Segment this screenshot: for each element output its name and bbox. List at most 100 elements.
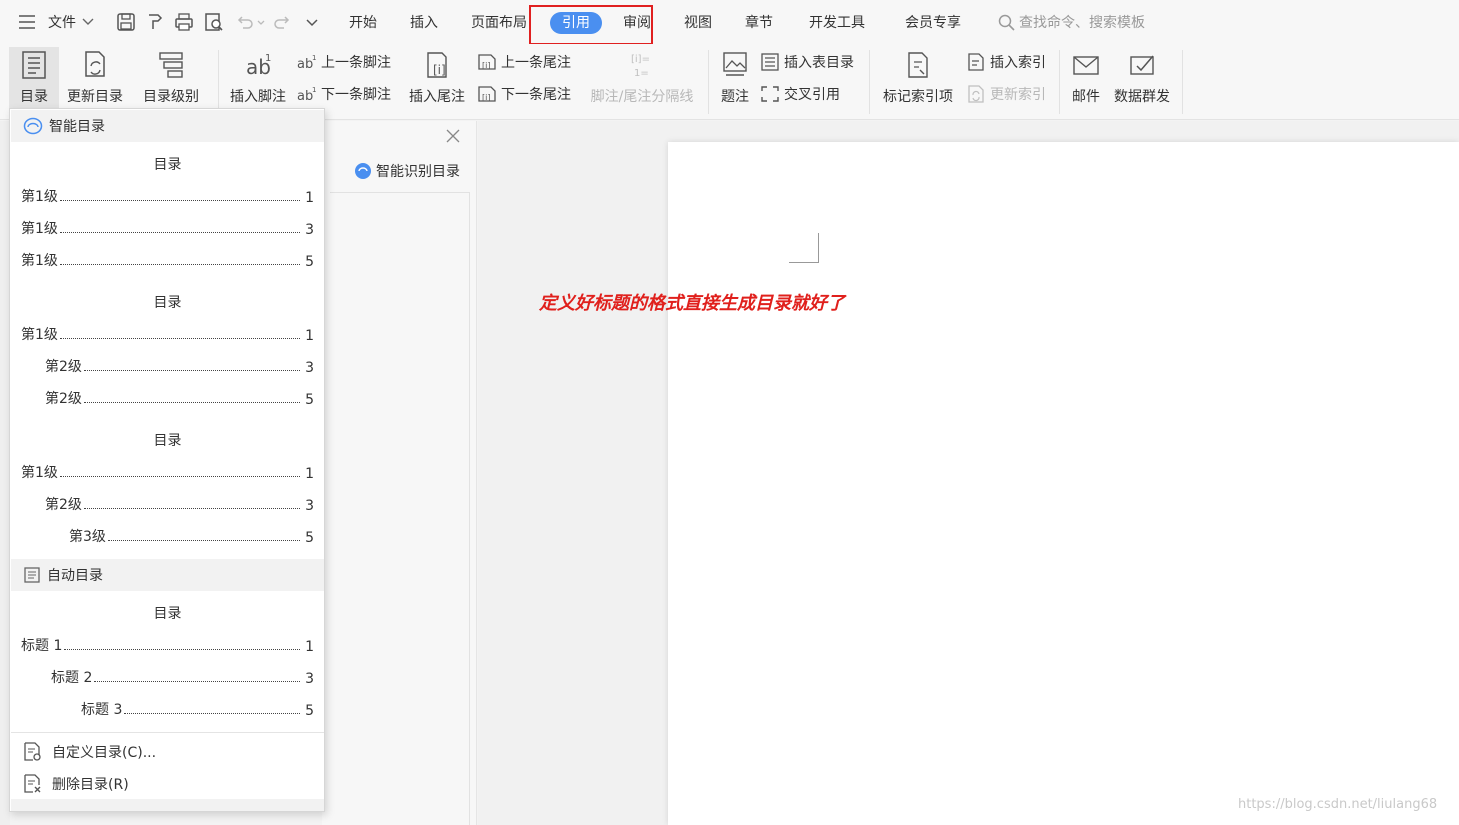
print-icon[interactable]: [174, 12, 194, 32]
tab-developer[interactable]: 开发工具: [809, 12, 865, 34]
auto-toc-preview[interactable]: 目录 标题 1 1 标题 2 3 标题 3 5: [11, 595, 324, 720]
toc-line-page: 3: [305, 222, 314, 238]
next-endnote-button[interactable]: [i] 下一条尾注: [477, 83, 571, 105]
save-icon[interactable]: [116, 12, 136, 32]
caption-icon: [723, 52, 747, 76]
smart-toc-preview-3[interactable]: 目录 第1级 1 第2级 3 第3级 5: [11, 422, 324, 547]
prev-footnote-label: 上一条脚注: [321, 55, 391, 71]
tab-chapter[interactable]: 章节: [745, 12, 773, 34]
file-menu[interactable]: 文件: [18, 0, 94, 44]
auto-toc-icon: [24, 567, 40, 583]
ribbon-divider: [869, 50, 870, 114]
toc-line-text: 第2级: [45, 359, 82, 375]
smart-toc-header-label: 智能目录: [49, 119, 105, 135]
caption-label: 题注: [721, 89, 749, 105]
toc-preview-line: 第1级 1: [21, 462, 314, 482]
mail-merge-icon: [1130, 55, 1154, 75]
prev-footnote-button[interactable]: ab 1 上一条脚注: [297, 51, 391, 73]
note-separator-button[interactable]: [i]= 1= 脚注/尾注分隔线: [585, 50, 699, 106]
svg-text:ab: ab: [297, 89, 313, 103]
chevron-down-icon: [82, 18, 94, 25]
tab-member[interactable]: 会员专享: [905, 12, 961, 34]
separator-icon: [i]= 1=: [631, 54, 650, 79]
customize-quickaccess-icon[interactable]: [305, 12, 319, 32]
update-toc-icon: [85, 51, 105, 77]
tab-insert[interactable]: 插入: [410, 12, 438, 34]
tab-home[interactable]: 开始: [349, 12, 377, 34]
undo-dropdown-icon[interactable]: [256, 12, 266, 32]
navigation-pane-content: [330, 192, 470, 825]
toc-level-label: 目录级别: [143, 89, 199, 105]
svg-text:1: 1: [312, 86, 316, 94]
update-index-label: 更新索引: [990, 87, 1046, 103]
toc-preview-line: 标题 1 1: [21, 635, 314, 655]
toc-line-text: 标题 2: [51, 670, 93, 686]
caption-button[interactable]: 题注: [717, 50, 753, 106]
watermark: https://blog.csdn.net/liulang68: [1238, 797, 1438, 812]
custom-toc-item[interactable]: 自定义目录(C)...: [22, 739, 156, 765]
cross-reference-button[interactable]: 交叉引用: [760, 83, 840, 105]
tab-view[interactable]: 视图: [684, 12, 712, 34]
next-footnote-button[interactable]: ab 1 下一条脚注: [297, 83, 391, 105]
svg-text:1: 1: [265, 53, 271, 64]
page-margin-corner: [789, 233, 819, 263]
toc-icon: [22, 51, 46, 79]
toc-preview-line: 第1级 1: [21, 186, 314, 206]
toc-line-page: 3: [305, 671, 314, 687]
toc-button-content[interactable]: 目录: [9, 50, 59, 106]
svg-text:1=: 1=: [634, 68, 649, 79]
delete-toc-icon: [24, 774, 41, 793]
toc-preview-line: 第2级 3: [45, 356, 314, 376]
mail-merge-button[interactable]: 数据群发: [1110, 50, 1174, 106]
insert-table-of-figures-button[interactable]: 插入表目录: [760, 51, 854, 73]
svg-text:[i]: [i]: [433, 63, 446, 77]
dropdown-footer: [11, 799, 324, 811]
insert-index-button[interactable]: 插入索引: [966, 51, 1046, 73]
command-search-placeholder: 查找命令、搜索模板: [1019, 15, 1145, 31]
smart-toc-preview-1[interactable]: 目录 第1级 1 第1级 3 第1级 5: [11, 146, 324, 271]
svg-text:1: 1: [312, 54, 316, 62]
cross-reference-label: 交叉引用: [784, 87, 840, 103]
toc-preview-line: 第1级 3: [21, 218, 314, 238]
insert-endnote-button[interactable]: [i] 插入尾注: [406, 50, 468, 106]
next-endnote-icon: [i]: [478, 86, 496, 102]
toc-level-button[interactable]: 目录级别: [135, 50, 207, 106]
delete-toc-item[interactable]: 删除目录(R): [22, 771, 129, 797]
close-icon[interactable]: [445, 128, 461, 144]
update-toc-button[interactable]: 更新目录: [64, 50, 126, 106]
mail-button[interactable]: 邮件: [1066, 50, 1106, 106]
format-painter-icon[interactable]: [145, 12, 165, 32]
insert-footnote-button[interactable]: ab 1 插入脚注: [227, 50, 289, 106]
prev-endnote-button[interactable]: [i] 上一条尾注: [477, 51, 571, 73]
toc-line-page: 1: [305, 639, 314, 655]
highlight-box: [529, 5, 653, 45]
smart-recognize-toc-label: 智能识别目录: [376, 164, 460, 180]
command-search[interactable]: 查找命令、搜索模板: [998, 0, 1145, 44]
toc-preview-line: 第1级 5: [21, 250, 314, 270]
next-footnote-label: 下一条脚注: [321, 87, 391, 103]
toc-line-page: 5: [305, 392, 314, 408]
mail-merge-label: 数据群发: [1114, 89, 1170, 105]
insert-index-label: 插入索引: [990, 55, 1046, 71]
ribbon-divider: [708, 50, 709, 114]
redo-icon[interactable]: [272, 12, 292, 32]
print-preview-icon[interactable]: [204, 12, 224, 32]
update-index-button[interactable]: 更新索引: [966, 83, 1046, 105]
smart-toc-header: 智能目录: [11, 110, 324, 142]
document-page[interactable]: [668, 142, 1459, 825]
custom-toc-icon: [24, 742, 41, 761]
undo-icon[interactable]: [235, 12, 255, 32]
ribbon-divider: [1059, 50, 1060, 114]
update-toc-label: 更新目录: [67, 89, 123, 105]
delete-toc-label: 删除目录(R): [52, 777, 129, 793]
toc-line-page: 1: [305, 190, 314, 206]
auto-toc-header-label: 自动目录: [47, 568, 103, 584]
mark-index-icon: [908, 52, 928, 78]
smart-toc-preview-2[interactable]: 目录 第1级 1 第2级 3 第2级 5: [11, 284, 324, 409]
insert-index-icon: [968, 53, 984, 71]
mark-index-entry-button[interactable]: 标记索引项: [879, 50, 957, 106]
preview-title: 目录: [153, 433, 182, 449]
ribbon-divider: [218, 50, 219, 114]
smart-recognize-toc-button[interactable]: 智能识别目录: [354, 161, 460, 181]
tab-page-layout[interactable]: 页面布局: [471, 12, 527, 34]
